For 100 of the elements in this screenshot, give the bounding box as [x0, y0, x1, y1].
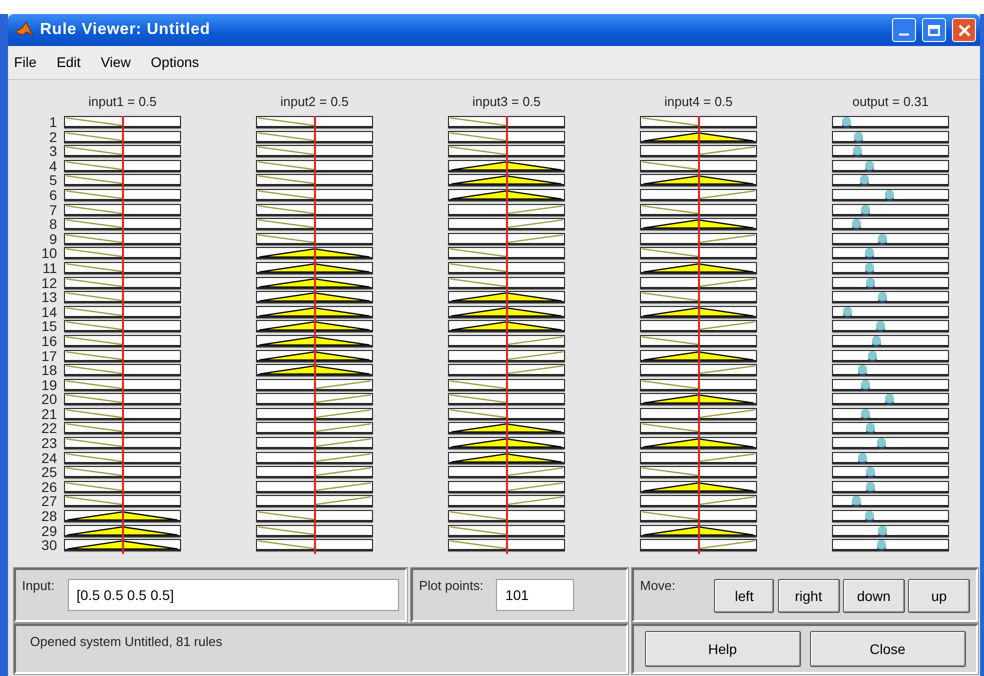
minimize-button[interactable]: [892, 18, 916, 42]
membership-curve: [314, 452, 371, 462]
membership-curve: [66, 263, 123, 272]
rule-number: 15: [41, 320, 57, 335]
membership-curve: [642, 292, 699, 302]
rule-number: 17: [41, 350, 57, 364]
rule-number: 14: [41, 306, 57, 320]
membership-curve: [698, 452, 755, 462]
membership-curve: [450, 526, 507, 535]
rule-number: 20: [41, 393, 57, 408]
membership-curve: [450, 394, 507, 404]
rule-number: 18: [41, 364, 57, 379]
rule-number: 16: [41, 334, 57, 350]
move-button[interactable]: left: [714, 579, 774, 614]
menu-item[interactable]: View: [100, 52, 131, 73]
membership-curve: [66, 336, 123, 345]
membership-curve: [698, 146, 755, 156]
rule-number: 3: [49, 145, 57, 160]
membership-curve: [66, 161, 123, 170]
membership-curve: [66, 365, 123, 374]
membership-curve: [66, 278, 123, 287]
rule-number: 5: [49, 174, 57, 189]
membership-curve: [66, 219, 123, 228]
membership-curve: [506, 365, 563, 374]
membership-curve: [314, 409, 371, 418]
membership-curve: [314, 424, 371, 432]
maximize-icon: [928, 24, 940, 36]
membership-curve: [450, 132, 507, 141]
membership-curve: [698, 496, 755, 506]
membership-curve: [66, 190, 123, 199]
input-label: Input:: [22, 577, 55, 595]
rule-number: 27: [41, 495, 57, 510]
membership-curve: [506, 468, 563, 476]
membership-curve: [450, 380, 507, 389]
rule-number: 19: [41, 378, 57, 394]
membership-curve: [642, 336, 699, 345]
dialog-button[interactable]: Close: [810, 631, 966, 667]
membership-curve: [506, 234, 563, 243]
membership-curve: [66, 350, 123, 360]
plot-points-field[interactable]: 101: [496, 579, 574, 612]
membership-curve: [66, 496, 123, 506]
membership-curve: [258, 146, 315, 156]
logo-icon: [14, 20, 34, 40]
rule-number: 2: [49, 130, 57, 146]
maximize-button[interactable]: [922, 18, 946, 42]
membership-curve: [66, 424, 123, 432]
membership-curve: [66, 452, 123, 462]
membership-curve: [314, 438, 371, 448]
column-label: input2 = 0.5: [279, 93, 350, 112]
membership-curve: [66, 117, 123, 126]
move-button[interactable]: up: [908, 579, 970, 614]
menu-item[interactable]: Options: [150, 52, 200, 73]
membership-curve: [698, 278, 755, 287]
rule-number: 23: [41, 437, 57, 452]
move-button[interactable]: down: [842, 579, 905, 614]
membership-curve: [314, 380, 371, 389]
membership-curve: [258, 161, 315, 170]
membership-curve: [450, 540, 507, 550]
rule-number: 9: [49, 232, 57, 248]
membership-curve: [450, 409, 507, 418]
membership-curve: [450, 117, 507, 126]
membership-curve: [506, 336, 563, 345]
membership-curve: [258, 540, 315, 550]
membership-curve: [258, 511, 315, 520]
membership-curve: [66, 292, 123, 302]
dialog-button[interactable]: Help: [644, 631, 800, 667]
rule-number: 6: [49, 188, 57, 204]
membership-curve: [450, 248, 507, 258]
membership-curve: [698, 540, 755, 550]
membership-curve: [258, 526, 315, 535]
membership-curve: [450, 278, 507, 287]
rule-number: 30: [41, 539, 57, 554]
column-label: input3 = 0.5: [471, 93, 542, 112]
membership-curve: [506, 204, 563, 214]
membership-curve: [642, 424, 699, 432]
menu-item[interactable]: Edit: [56, 52, 81, 73]
membership-curve: [506, 219, 563, 228]
move-button[interactable]: right: [778, 579, 840, 614]
membership-curve: [642, 468, 699, 476]
membership-curve: [314, 394, 371, 404]
membership-curve: [642, 380, 699, 389]
membership-curve: [450, 146, 507, 156]
membership-curve: [698, 234, 755, 243]
close-icon: [958, 24, 970, 36]
membership-curve: [66, 176, 123, 184]
rule-number: 11: [42, 262, 57, 277]
membership-curve: [258, 234, 315, 243]
menu-item[interactable]: File: [14, 52, 37, 73]
membership-curve: [642, 204, 699, 214]
membership-curve: [698, 322, 755, 330]
rule-number: 1: [49, 116, 57, 131]
plot-points-label: Plot points:: [419, 577, 484, 595]
membership-curve: [258, 219, 315, 228]
membership-curve: [314, 468, 371, 476]
rule-number: 28: [41, 510, 57, 525]
input-field[interactable]: [0.5 0.5 0.5 0.5]: [68, 579, 399, 612]
membership-curve: [66, 322, 123, 330]
close-button[interactable]: [952, 18, 976, 42]
minimize-icon: [899, 33, 909, 36]
membership-curve: [66, 380, 123, 389]
